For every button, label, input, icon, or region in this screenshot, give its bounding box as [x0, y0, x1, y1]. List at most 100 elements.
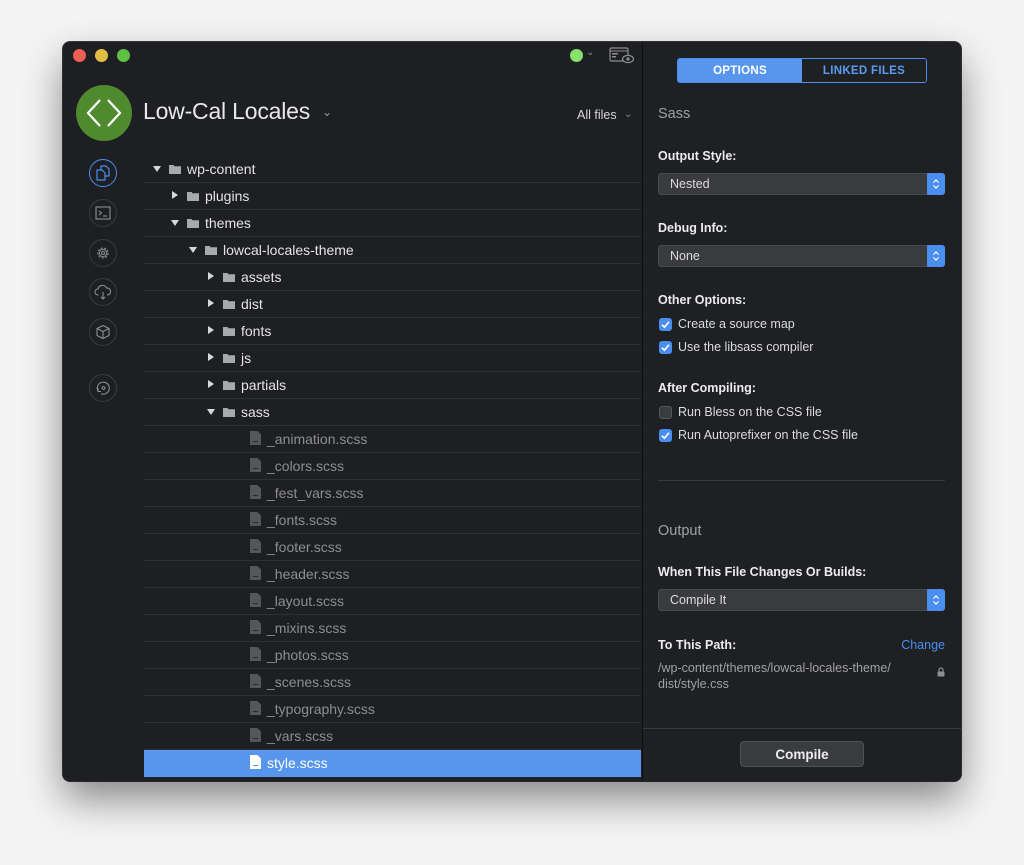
folder-row[interactable]: assets [144, 264, 641, 291]
file-icon [250, 485, 261, 499]
chevron-down-icon[interactable]: ⌄ [322, 105, 332, 119]
disclosure-collapsed-icon[interactable] [208, 353, 214, 361]
sidebar-item-settings[interactable] [89, 239, 117, 267]
sidebar-item-files[interactable] [89, 159, 117, 187]
file-row[interactable]: _fest_vars.scss [144, 480, 641, 507]
folder-row[interactable]: partials [144, 372, 641, 399]
zoom-window-button[interactable] [117, 49, 130, 62]
disclosure-collapsed-icon[interactable] [172, 191, 178, 199]
tree-item-label: _animation.scss [267, 431, 368, 447]
lock-icon[interactable] [937, 664, 945, 682]
disclosure-collapsed-icon[interactable] [208, 380, 214, 388]
disclosure-expanded-icon[interactable] [189, 247, 197, 253]
tree-item-label: _colors.scss [267, 458, 345, 474]
server-status-indicator[interactable] [570, 49, 583, 62]
file-tree: wp-content plugins themes lowcal-locales-th… [144, 156, 641, 777]
disclosure-collapsed-icon[interactable] [208, 299, 214, 307]
file-row[interactable]: _mixins.scss [144, 615, 641, 642]
file-row[interactable]: _layout.scss [144, 588, 641, 615]
gear-icon [97, 247, 109, 259]
tree-item-label: plugins [205, 188, 250, 204]
file-row[interactable]: _colors.scss [144, 453, 641, 480]
folder-row[interactable]: dist [144, 291, 641, 318]
project-title[interactable]: Low-Cal Locales [143, 98, 310, 125]
output-style-value: Nested [670, 177, 710, 191]
folder-row[interactable]: plugins [144, 183, 641, 210]
folder-icon [223, 380, 235, 390]
tree-item-label: sass [241, 404, 270, 420]
tree-item-label: partials [241, 377, 287, 393]
when-changes-select[interactable]: Compile It [658, 589, 945, 611]
change-path-link[interactable]: Change [901, 638, 945, 652]
section-title-output: Output [658, 523, 702, 539]
autoprefixer-checkbox[interactable] [659, 429, 672, 442]
file-row[interactable]: _footer.scss [144, 534, 641, 561]
output-style-label: Output Style: [658, 149, 737, 163]
folder-row[interactable]: themes [144, 210, 641, 237]
refresh-disc-icon [96, 381, 110, 395]
disclosure-expanded-icon[interactable] [207, 409, 215, 415]
source-map-checkbox[interactable] [659, 318, 672, 331]
source-map-label[interactable]: Create a source map [678, 317, 795, 331]
sidebar-item-deploy[interactable] [89, 278, 117, 306]
file-row[interactable]: _vars.scss [144, 723, 641, 750]
file-icon [250, 566, 261, 580]
tree-item-label: _fonts.scss [267, 512, 338, 528]
file-row[interactable]: _typography.scss [144, 696, 641, 723]
file-row[interactable]: _scenes.scss [144, 669, 641, 696]
close-window-button[interactable] [73, 49, 86, 62]
folder-row[interactable]: lowcal-locales-theme [144, 237, 641, 264]
autoprefixer-label[interactable]: Run Autoprefixer on the CSS file [678, 428, 858, 442]
checkmark-icon [661, 321, 670, 329]
bless-label[interactable]: Run Bless on the CSS file [678, 405, 822, 419]
debug-info-select[interactable]: None [658, 245, 945, 267]
file-row[interactable]: _header.scss [144, 561, 641, 588]
folder-row[interactable]: fonts [144, 318, 641, 345]
output-path-line-2: dist/style.css [658, 677, 729, 691]
checkmark-icon [661, 432, 670, 440]
cube-icon [96, 324, 110, 340]
minimize-window-button[interactable] [95, 49, 108, 62]
folder-icon [223, 407, 235, 417]
tab-options[interactable]: OPTIONS [678, 59, 802, 82]
tree-item-label: _photos.scss [267, 647, 349, 663]
sidebar-item-terminal[interactable] [89, 199, 117, 227]
preview-eye-icon[interactable] [609, 47, 635, 64]
file-icon [250, 674, 261, 688]
compile-button[interactable]: Compile [740, 741, 864, 767]
disclosure-expanded-icon[interactable] [171, 220, 179, 226]
chevron-down-icon[interactable]: ⌄ [624, 109, 632, 120]
chevron-down-icon[interactable]: ⌄ [586, 47, 594, 58]
disclosure-expanded-icon[interactable] [153, 166, 161, 172]
disclosure-collapsed-icon[interactable] [208, 272, 214, 280]
tab-linked-files[interactable]: LINKED FILES [802, 59, 926, 82]
sidebar-item-refresh[interactable] [89, 374, 117, 402]
folder-row[interactable]: wp-content [144, 156, 641, 183]
project-logo[interactable] [76, 85, 132, 141]
file-row[interactable]: _photos.scss [144, 642, 641, 669]
output-style-select[interactable]: Nested [658, 173, 945, 195]
file-icon [250, 728, 261, 742]
tree-item-label: _footer.scss [267, 539, 342, 555]
folder-row[interactable]: sass [144, 399, 641, 426]
tree-item-label: style.scss [267, 755, 328, 771]
bless-checkbox[interactable] [659, 406, 672, 419]
code-brackets-icon [86, 99, 122, 127]
section-divider [658, 480, 945, 481]
file-filter-dropdown[interactable]: All files [577, 108, 617, 122]
file-icon [250, 431, 261, 445]
when-changes-label: When This File Changes Or Builds: [658, 565, 867, 579]
libsass-label[interactable]: Use the libsass compiler [678, 340, 813, 354]
folder-row[interactable]: js [144, 345, 641, 372]
file-row[interactable]: _animation.scss [144, 426, 641, 453]
folder-icon [223, 299, 235, 309]
sidebar-item-packages[interactable] [89, 318, 117, 346]
file-row[interactable]: _fonts.scss [144, 507, 641, 534]
file-icon [250, 512, 261, 526]
disclosure-collapsed-icon[interactable] [208, 326, 214, 334]
to-path-label: To This Path: [658, 638, 737, 652]
tree-item-label: assets [241, 269, 282, 285]
libsass-checkbox[interactable] [659, 341, 672, 354]
file-row[interactable]: style.scss [144, 750, 641, 777]
folder-icon [205, 245, 217, 255]
